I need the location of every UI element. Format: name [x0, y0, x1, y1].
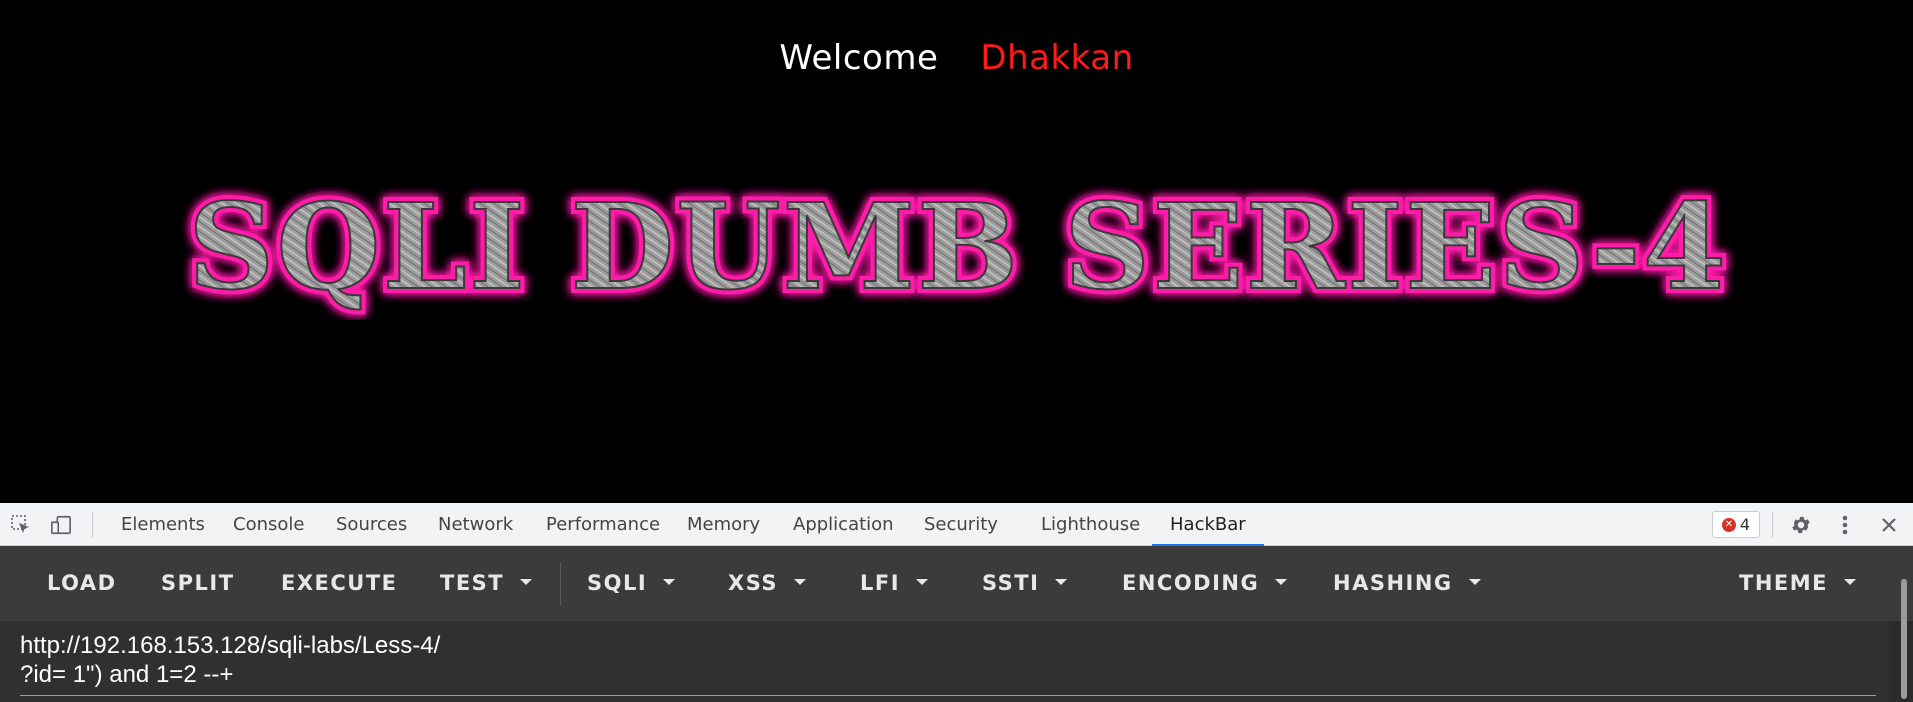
hashing-dropdown-label: HASHING — [1333, 571, 1453, 595]
test-dropdown[interactable]: TEST — [440, 546, 533, 621]
test-dropdown-label: TEST — [440, 571, 505, 595]
tab-memory[interactable]: Memory — [687, 503, 760, 546]
url-input-area[interactable]: http://192.168.153.128/sqli-labs/Less-4/… — [0, 621, 1890, 702]
tab-application[interactable]: Application — [793, 503, 894, 546]
scrollbar-track[interactable] — [1890, 579, 1913, 702]
chevron-down-icon — [1275, 579, 1288, 585]
lfi-dropdown[interactable]: LFI — [860, 546, 929, 621]
xss-dropdown[interactable]: XSS — [728, 546, 806, 621]
chevron-down-icon — [916, 579, 929, 585]
sqli-dropdown-label: SQLI — [587, 571, 648, 595]
tab-lighthouse[interactable]: Lighthouse — [1041, 503, 1140, 546]
close-icon[interactable] — [1878, 514, 1900, 536]
chevron-down-icon — [663, 579, 676, 585]
execute-button-label: EXECUTE — [281, 571, 398, 595]
tab-elements[interactable]: Elements — [121, 503, 205, 546]
hashing-dropdown[interactable]: HASHING — [1333, 546, 1481, 621]
execute-button[interactable]: EXECUTE — [281, 546, 398, 621]
load-button-label: LOAD — [47, 571, 117, 595]
sqli-dropdown[interactable]: SQLI — [587, 546, 676, 621]
error-count-badge[interactable]: ✕ 4 — [1712, 511, 1760, 538]
chevron-down-icon — [520, 579, 533, 585]
load-button[interactable]: LOAD — [47, 546, 117, 621]
tab-performance[interactable]: Performance — [546, 503, 660, 546]
devtools-panel: Elements Console Sources Network Perform… — [0, 503, 1913, 702]
device-toggle-icon[interactable] — [50, 514, 72, 536]
chevron-down-icon — [1844, 579, 1856, 585]
more-options-icon[interactable] — [1834, 514, 1856, 536]
ssti-dropdown[interactable]: SSTI — [982, 546, 1068, 621]
devtools-tabbar: Elements Console Sources Network Perform… — [0, 503, 1913, 546]
split-button-label: SPLIT — [161, 571, 235, 595]
page-viewport: Welcome Dhakkan SQLI DUMB SERIES-4 SQLI D… — [0, 0, 1913, 503]
ssti-dropdown-label: SSTI — [982, 571, 1040, 595]
tab-sources[interactable]: Sources — [336, 503, 407, 546]
hackbar-toolbar: LOAD SPLIT EXECUTE TEST SQLI XSS LFI SST… — [0, 546, 1913, 621]
theme-dropdown-label: THEME — [1739, 571, 1828, 595]
username: Dhakkan — [980, 38, 1134, 78]
theme-dropdown[interactable]: THEME — [1739, 546, 1856, 621]
url-textarea[interactable]: http://192.168.153.128/sqli-labs/Less-4/… — [20, 631, 560, 689]
welcome-label: Welcome — [779, 38, 939, 78]
sqli-dumb-series-banner: SQLI DUMB SERIES-4 SQLI DUMB SERIES-4 — [183, 172, 1731, 320]
encoding-dropdown-label: ENCODING — [1122, 571, 1260, 595]
welcome-message: Welcome Dhakkan — [0, 38, 1913, 78]
chevron-down-icon — [794, 579, 806, 585]
chevron-down-icon — [1468, 579, 1481, 585]
tab-network[interactable]: Network — [438, 503, 513, 546]
error-count: 4 — [1739, 515, 1751, 534]
scrollbar-thumb[interactable] — [1901, 579, 1907, 699]
settings-gear-icon[interactable] — [1790, 514, 1812, 536]
tabbar-divider-right — [1772, 512, 1773, 538]
toolbar-divider — [560, 562, 561, 606]
lfi-dropdown-label: LFI — [860, 571, 901, 595]
xss-dropdown-label: XSS — [728, 571, 778, 595]
tab-security[interactable]: Security — [924, 503, 998, 546]
url-field-underline — [20, 695, 1876, 696]
tabbar-divider — [92, 512, 93, 538]
chevron-down-icon — [1055, 579, 1068, 585]
split-button[interactable]: SPLIT — [161, 546, 235, 621]
tab-hackbar[interactable]: HackBar — [1152, 503, 1264, 546]
inspect-element-icon[interactable] — [10, 514, 32, 536]
error-icon: ✕ — [1721, 517, 1736, 532]
banner-text: SQLI DUMB SERIES-4 — [188, 177, 1728, 316]
tab-console[interactable]: Console — [233, 503, 304, 546]
encoding-dropdown[interactable]: ENCODING — [1122, 546, 1288, 621]
